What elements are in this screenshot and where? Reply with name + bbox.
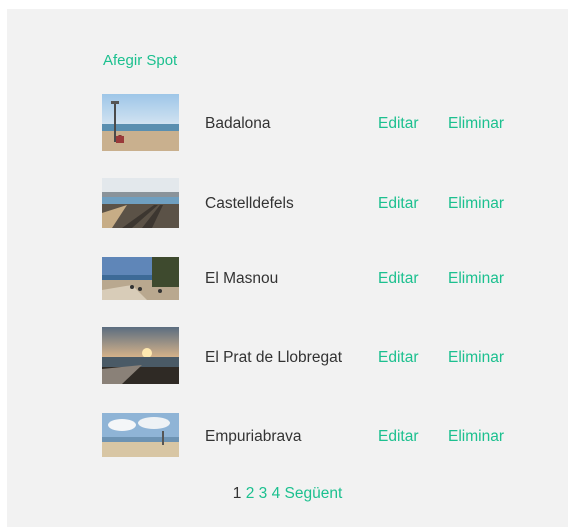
pagination-page-2[interactable]: 2 [246,485,255,502]
list-item: El Prat de Llobregat Editar Eliminar [7,327,568,387]
delete-button[interactable]: Eliminar [448,115,504,133]
spot-thumbnail [102,178,179,228]
pagination-current-page: 1 [232,485,242,502]
pagination-page-4[interactable]: 4 [272,485,281,502]
add-spot-link[interactable]: Afegir Spot [103,52,177,69]
delete-button[interactable]: Eliminar [448,195,504,213]
list-item: Castelldefels Editar Eliminar [7,178,568,238]
pagination: 1 2 3 4 Següent [7,485,568,503]
delete-button[interactable]: Eliminar [448,349,504,367]
pagination-page-3[interactable]: 3 [259,485,268,502]
delete-button[interactable]: Eliminar [448,428,504,446]
pagination-next-link[interactable]: Següent [285,485,343,502]
spot-name: Castelldefels [205,195,294,212]
spot-name: El Prat de Llobregat [205,349,343,366]
edit-button[interactable]: Editar [378,349,419,367]
delete-button[interactable]: Eliminar [448,270,504,288]
spot-thumbnail [102,257,179,300]
spot-thumbnail [102,327,179,384]
list-item: Empuriabrava Editar Eliminar [7,413,568,473]
edit-button[interactable]: Editar [378,428,419,446]
spots-panel: Afegir Spot Badalona Editar Eliminar Cas… [7,9,568,527]
spot-thumbnail [102,94,179,151]
list-item: El Masnou Editar Eliminar [7,257,568,317]
edit-button[interactable]: Editar [378,195,419,213]
edit-button[interactable]: Editar [378,115,419,133]
spot-name: Badalona [205,115,271,132]
list-item: Badalona Editar Eliminar [7,94,568,154]
spot-thumbnail [102,413,179,457]
spot-name: El Masnou [205,270,279,287]
spot-name: Empuriabrava [205,428,302,445]
edit-button[interactable]: Editar [378,270,419,288]
